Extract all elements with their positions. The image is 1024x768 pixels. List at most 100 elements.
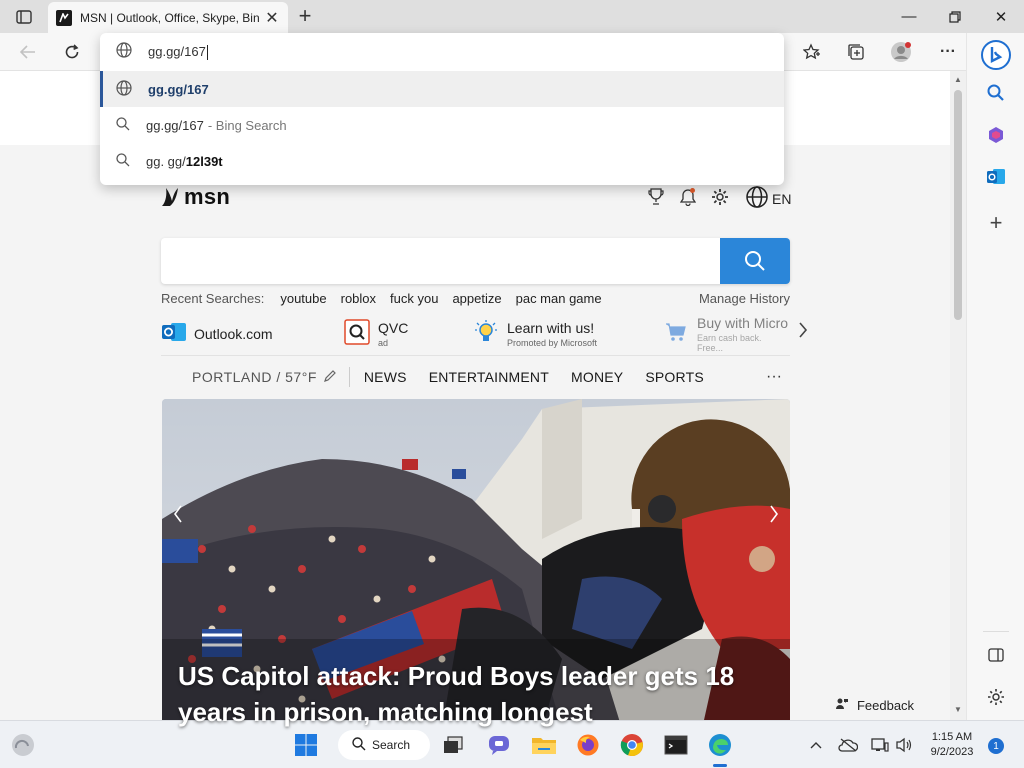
quicklink-sub: Earn cash back. Free... [697, 333, 762, 352]
web-search-box[interactable] [161, 238, 790, 284]
globe-icon [116, 41, 132, 63]
recent-search-item[interactable]: youtube [280, 291, 326, 306]
edge-browser-icon[interactable] [705, 730, 735, 760]
quicklink-sub: ad [378, 338, 389, 348]
favorites-icon[interactable] [797, 38, 827, 66]
scroll-thumb[interactable] [954, 90, 962, 320]
refresh-icon[interactable] [58, 38, 86, 66]
onedrive-cloud-icon[interactable] [838, 735, 858, 755]
divider [161, 355, 790, 356]
quicklink-outlook[interactable]: Outlook.com [161, 316, 273, 352]
language-selector[interactable]: EN [746, 186, 791, 211]
suggestion-hint: - Bing Search [207, 117, 287, 133]
collections-icon[interactable] [841, 38, 871, 66]
recent-search-item[interactable]: roblox [341, 291, 376, 306]
widgets-weather-icon[interactable] [8, 730, 38, 760]
suggestion-bing-search[interactable]: gg.gg/167 - Bing Search [100, 107, 784, 143]
taskbar-search[interactable]: Search [338, 730, 430, 760]
restore-button[interactable] [932, 0, 978, 33]
nav-item-sports[interactable]: SPORTS [645, 369, 704, 385]
file-explorer-icon[interactable] [529, 730, 559, 760]
sidebar-search-icon[interactable] [984, 81, 1008, 105]
system-clock[interactable]: 1:15 AM 9/2/2023 [920, 730, 984, 760]
suggestion-search[interactable]: gg. gg/12l39t [100, 143, 784, 179]
tab-actions-icon[interactable] [10, 6, 38, 28]
terminal-icon[interactable] [661, 730, 691, 760]
suggestion-text: gg.gg/167 [148, 81, 209, 97]
office-icon[interactable] [984, 123, 1008, 147]
nav-item-news[interactable]: NEWS [364, 369, 407, 385]
language-label: EN [772, 190, 792, 207]
quick-links: Outlook.com QVC ad Learn with us! Promot… [161, 316, 790, 352]
clock-time: 1:15 AM [931, 731, 973, 743]
tab-close-icon[interactable]: ✕ [264, 8, 280, 28]
feedback-button[interactable]: Feedback [823, 690, 926, 720]
settings-more-icon[interactable]: ··· [933, 38, 963, 66]
msn-logo-text: msn [184, 184, 231, 209]
notification-badge[interactable]: 1 [988, 738, 1004, 754]
edit-pencil-icon[interactable] [323, 369, 337, 386]
taskbar-search-label: Search [372, 738, 411, 752]
hide-sidebar-icon[interactable] [984, 643, 1008, 667]
add-sidebar-app-icon[interactable]: + [984, 210, 1008, 235]
msn-logo[interactable]: msn [160, 184, 230, 210]
rewards-trophy-icon[interactable] [645, 186, 667, 208]
quicklink-qvc[interactable]: QVC ad [344, 316, 408, 352]
task-view-icon[interactable] [438, 730, 468, 760]
recent-searches: Recent Searches: youtube roblox fuck you… [161, 289, 790, 307]
category-nav: PORTLAND / 57°F NEWS ENTERTAINMENT MONEY… [161, 363, 790, 391]
chrome-icon[interactable] [617, 730, 647, 760]
scroll-up-icon[interactable]: ▲ [954, 75, 962, 84]
shopping-cart-icon [665, 321, 687, 348]
outlook-icon [161, 320, 187, 349]
recent-searches-label: Recent Searches: [161, 290, 265, 306]
tab-strip: MSN | Outlook, Office, Skype, Bing ✕ + —… [0, 0, 1024, 33]
recent-search-item[interactable]: pac man game [516, 291, 602, 306]
recent-search-item[interactable]: appetize [452, 291, 501, 306]
suggestion-prefix: gg. gg/ [146, 153, 186, 169]
new-tab-button[interactable]: + [293, 3, 317, 28]
quicklinks-next-chevron-icon[interactable] [798, 322, 808, 343]
scroll-down-icon[interactable]: ▼ [954, 705, 962, 714]
network-icon[interactable] [870, 735, 890, 755]
outlook-sidebar-icon[interactable] [984, 165, 1008, 189]
volume-speaker-icon[interactable] [894, 735, 914, 755]
web-search-button[interactable] [720, 238, 790, 284]
hero-next-chevron-icon[interactable] [760, 494, 788, 534]
close-window-button[interactable]: ✕ [978, 0, 1024, 33]
start-windows-icon[interactable] [291, 730, 321, 760]
suggestion-url[interactable]: gg.gg/167 [100, 71, 784, 107]
page-scrollbar[interactable]: ▲ ▼ [950, 71, 966, 720]
hero-prev-chevron-icon[interactable] [164, 494, 192, 534]
page-settings-gear-icon[interactable] [709, 186, 731, 208]
quicklink-learn[interactable]: Learn with us! Promoted by Microsoft [474, 316, 597, 352]
address-bar[interactable]: gg.gg/167 [100, 33, 784, 71]
tab-title: MSN | Outlook, Office, Skype, Bing [80, 10, 260, 25]
teams-chat-icon[interactable] [484, 730, 514, 760]
text-caret [206, 45, 208, 61]
qvc-icon [344, 318, 370, 350]
recent-search-item[interactable]: fuck you [390, 291, 438, 306]
search-icon [116, 152, 130, 170]
manage-history-link[interactable]: Manage History [699, 291, 790, 306]
quicklink-label: Learn with us! [507, 320, 595, 336]
suggestion-text: 12l39t [185, 153, 223, 169]
minimize-button[interactable]: — [886, 0, 932, 33]
firefox-icon[interactable] [573, 730, 603, 760]
notifications-bell-icon[interactable] [677, 186, 699, 208]
back-icon[interactable] [14, 38, 42, 66]
address-input-text: gg.gg/167 [148, 43, 206, 59]
quicklink-buy[interactable]: Buy with Micro Earn cash back. Free... [665, 316, 790, 352]
quicklink-label: Buy with Micro [697, 316, 789, 331]
sidebar-settings-gear-icon[interactable] [984, 685, 1008, 709]
show-hidden-icons-chevron-icon[interactable] [806, 735, 826, 755]
bing-copilot-icon[interactable] [981, 40, 1011, 70]
hero-headline[interactable]: US Capitol attack: Proud Boys leader get… [178, 658, 778, 730]
nav-item-money[interactable]: MONEY [571, 369, 623, 385]
tab-msn[interactable]: MSN | Outlook, Office, Skype, Bing ✕ [48, 2, 288, 33]
globe-icon [116, 79, 132, 99]
nav-more-icon[interactable]: ··· [766, 368, 782, 386]
profile-avatar[interactable] [886, 38, 916, 66]
nav-item-entertainment[interactable]: ENTERTAINMENT [429, 369, 549, 385]
weather-location[interactable]: PORTLAND / 57°F [192, 369, 317, 385]
